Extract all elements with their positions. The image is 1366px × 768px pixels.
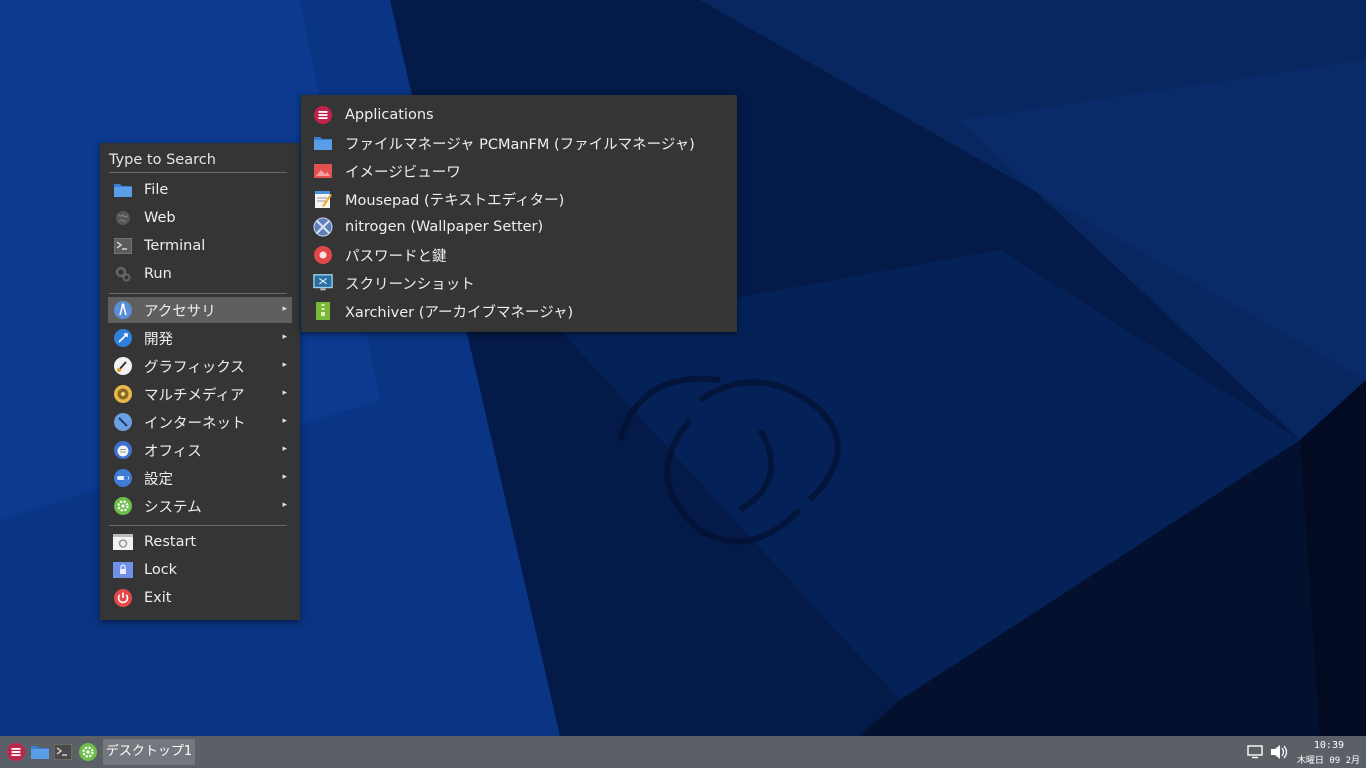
settings-launcher-icon[interactable] (78, 742, 98, 762)
submenu-item-xarchiver[interactable]: Xarchiver (アーカイブマネージャ) (311, 298, 731, 324)
menu-item-restart[interactable]: Restart (108, 529, 292, 555)
submenu-item-label: Xarchiver (アーカイブマネージャ) (345, 304, 574, 321)
gears-icon (113, 264, 133, 284)
lock-icon (113, 560, 133, 580)
application-menu: Type to Search File Web Terminal Run アクセ… (100, 143, 300, 620)
submenu-arrow-icon: ▸ (282, 360, 287, 370)
search-input[interactable]: Type to Search (109, 149, 289, 171)
archive-icon (313, 301, 333, 321)
menu-separator (109, 525, 287, 526)
submenu-arrow-icon: ▸ (282, 500, 287, 510)
menu-separator (109, 172, 287, 173)
accessories-icon (113, 300, 133, 320)
menu-item-terminal[interactable]: Terminal (108, 233, 292, 259)
submenu-arrow-icon: ▸ (282, 444, 287, 454)
menu-item-multimedia[interactable]: マルチメディア ▸ (108, 381, 292, 407)
menu-item-label: 開発 (144, 331, 173, 348)
submenu-item-label: パスワードと鍵 (345, 248, 447, 265)
graphics-icon (113, 356, 133, 376)
system-icon (113, 496, 133, 516)
menu-item-label: Terminal (144, 238, 206, 254)
submenu-item-screenshot[interactable]: スクリーンショット (311, 270, 731, 296)
menu-item-label: Exit (144, 590, 172, 606)
submenu-arrow-icon: ▸ (282, 416, 287, 426)
applications-icon (313, 105, 333, 125)
multimedia-icon (113, 384, 133, 404)
submenu-item-label: Mousepad (テキストエディター) (345, 192, 565, 209)
menu-item-settings[interactable]: 設定 ▸ (108, 465, 292, 491)
menu-item-exit[interactable]: Exit (108, 585, 292, 611)
submenu-item-image-viewer[interactable]: イメージビューワ (311, 158, 731, 184)
submenu-item-passwords-keys[interactable]: パスワードと鍵 (311, 242, 731, 268)
menu-item-file[interactable]: File (108, 177, 292, 203)
restart-icon (113, 532, 133, 552)
menu-item-label: Run (144, 266, 172, 282)
globe-icon (113, 208, 133, 228)
submenu-item-mousepad[interactable]: Mousepad (テキストエディター) (311, 186, 731, 212)
menu-item-internet[interactable]: インターネット ▸ (108, 409, 292, 435)
submenu-item-label: イメージビューワ (345, 164, 461, 181)
menu-item-lock[interactable]: Lock (108, 557, 292, 583)
folder-icon (113, 180, 133, 200)
taskbar: デスクトップ1 10:39 木曜日 09 2月 (0, 736, 1366, 768)
submenu-arrow-icon: ▸ (282, 472, 287, 482)
submenu-item-nitrogen[interactable]: nitrogen (Wallpaper Setter) (311, 214, 731, 240)
power-icon (113, 588, 133, 608)
submenu-arrow-icon: ▸ (282, 388, 287, 398)
menu-item-label: Lock (144, 562, 178, 578)
submenu-item-label: スクリーンショット (345, 276, 475, 293)
accessories-submenu: Applications ファイルマネージャ PCManFM (ファイルマネージ… (301, 95, 737, 332)
development-icon (113, 328, 133, 348)
text-editor-icon (313, 189, 333, 209)
display-icon[interactable] (1245, 742, 1265, 762)
internet-icon (113, 412, 133, 432)
volume-icon[interactable] (1269, 742, 1289, 762)
submenu-item-label: Applications (345, 107, 434, 123)
terminal-launcher-icon[interactable] (53, 742, 73, 762)
submenu-arrow-icon: ▸ (282, 304, 287, 314)
password-keys-icon (313, 245, 333, 265)
nitrogen-icon (313, 217, 333, 237)
menu-item-label: オフィス (144, 443, 202, 460)
applications-menu-icon[interactable] (6, 742, 26, 762)
settings-icon (113, 468, 133, 488)
clock-time[interactable]: 10:39 (1314, 740, 1344, 751)
menu-item-label: アクセサリ (144, 303, 216, 320)
menu-item-label: マルチメディア (144, 387, 245, 404)
submenu-item-applications[interactable]: Applications (311, 102, 731, 128)
submenu-arrow-icon: ▸ (282, 332, 287, 342)
submenu-item-label: ファイルマネージャ PCManFM (ファイルマネージャ) (345, 136, 695, 153)
screenshot-icon (313, 273, 333, 293)
menu-item-label: Restart (144, 534, 197, 550)
file-manager-launcher-icon[interactable] (30, 742, 50, 762)
submenu-item-label: nitrogen (Wallpaper Setter) (345, 219, 544, 235)
submenu-item-pcmanfm[interactable]: ファイルマネージャ PCManFM (ファイルマネージャ) (311, 130, 731, 156)
desktop-switcher-button[interactable]: デスクトップ1 (103, 739, 195, 765)
image-viewer-icon (313, 161, 333, 181)
menu-separator (109, 293, 287, 294)
menu-item-label: システム (144, 499, 202, 516)
menu-item-label: 設定 (144, 471, 173, 488)
terminal-icon (113, 236, 133, 256)
menu-item-graphics[interactable]: グラフィックス ▸ (108, 353, 292, 379)
menu-item-office[interactable]: オフィス ▸ (108, 437, 292, 463)
office-icon (113, 440, 133, 460)
menu-item-label: Web (144, 210, 176, 226)
clock-date[interactable]: 木曜日 09 2月 (1297, 753, 1360, 766)
menu-item-web[interactable]: Web (108, 205, 292, 231)
menu-item-system[interactable]: システム ▸ (108, 493, 292, 519)
folder-icon (313, 133, 333, 153)
menu-item-label: インターネット (144, 415, 246, 432)
menu-item-accessories[interactable]: アクセサリ ▸ (108, 297, 292, 323)
menu-item-development[interactable]: 開発 ▸ (108, 325, 292, 351)
menu-item-label: File (144, 182, 169, 198)
menu-item-run[interactable]: Run (108, 261, 292, 287)
menu-item-label: グラフィックス (144, 359, 245, 376)
